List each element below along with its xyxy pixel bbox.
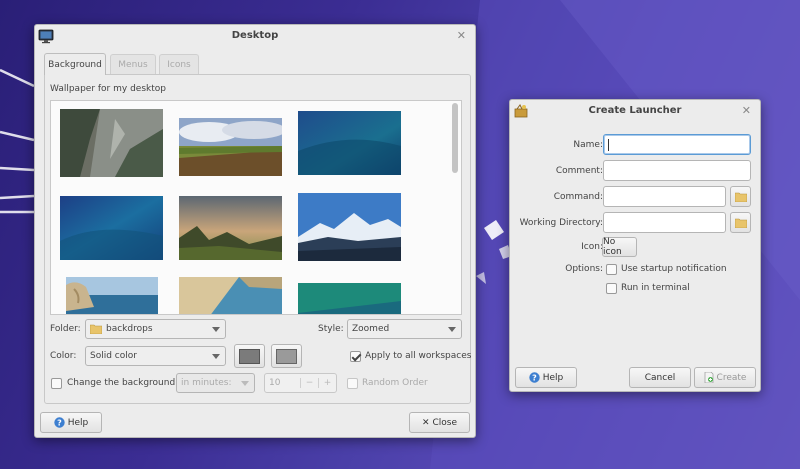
svg-text:?: ? xyxy=(57,418,62,427)
random-order-label: Random Order xyxy=(362,378,428,388)
help-label: Help xyxy=(542,372,564,383)
tab-label: Background xyxy=(48,59,102,70)
close-icon: ✕ xyxy=(421,417,430,428)
chevron-down-icon xyxy=(448,327,456,332)
command-input[interactable] xyxy=(603,186,726,207)
launcher-titlebar: Create Launcher ✕ xyxy=(510,100,760,122)
help-button[interactable]: ? Help xyxy=(40,412,102,433)
help-button[interactable]: ? Help xyxy=(515,367,577,388)
comment-label: Comment: xyxy=(555,166,603,176)
monitor-icon xyxy=(38,29,54,44)
wallpaper-thumb-cliffs[interactable] xyxy=(60,109,163,177)
color-mode-value: Solid color xyxy=(90,351,137,361)
color-2-button[interactable] xyxy=(271,344,302,368)
tab-menus[interactable]: Menus xyxy=(110,54,156,74)
icon-label: Icon: xyxy=(581,242,603,252)
create-label: Create xyxy=(716,372,747,383)
folder-icon xyxy=(734,192,747,202)
options-label: Options: xyxy=(565,264,603,274)
wallpaper-thumb-snow-peaks[interactable] xyxy=(298,193,401,261)
tab-background[interactable]: Background xyxy=(44,53,106,75)
chevron-down-icon xyxy=(212,354,220,359)
interval-unit-combo[interactable]: in minutes: xyxy=(176,373,255,393)
minus-icon[interactable]: − xyxy=(300,378,318,388)
wallpaper-thumb-teal[interactable] xyxy=(298,283,401,315)
run-in-terminal-label: Run in terminal xyxy=(621,283,690,293)
tab-icons[interactable]: Icons xyxy=(159,54,199,74)
desktop-settings-window: Desktop ✕ Background Menus Icons Wallpap… xyxy=(34,24,476,438)
color-1-button[interactable] xyxy=(234,344,265,368)
style-combo[interactable]: Zoomed xyxy=(347,319,462,339)
help-icon: ? xyxy=(54,417,65,428)
tab-label: Menus xyxy=(118,59,148,70)
cancel-label: Cancel xyxy=(644,372,676,383)
change-background-checkbox[interactable] xyxy=(51,378,62,389)
wallpaper-thumb-beach[interactable] xyxy=(179,277,282,315)
create-launcher-window: Create Launcher ✕ Name: Comment: Command… xyxy=(509,99,761,392)
color-1-swatch xyxy=(239,348,260,364)
wallpaper-thumb-blue-1[interactable] xyxy=(298,111,401,175)
style-label: Style: xyxy=(318,324,344,334)
new-document-icon xyxy=(704,372,713,383)
interval-spinbox[interactable]: 10 − + xyxy=(264,373,337,393)
interval-value: 10 xyxy=(269,378,281,388)
folder-value: backdrops xyxy=(106,324,153,334)
interval-unit-value: in minutes: xyxy=(181,378,232,388)
style-value: Zoomed xyxy=(352,324,390,334)
folder-icon xyxy=(734,218,747,228)
wallpaper-thumb-coast-arch[interactable] xyxy=(66,277,158,315)
startup-notification-label: Use startup notification xyxy=(621,264,727,274)
chevron-down-icon xyxy=(241,381,249,386)
comment-input[interactable] xyxy=(603,160,751,181)
close-window-icon[interactable]: ✕ xyxy=(742,100,751,122)
working-directory-browse-button[interactable] xyxy=(730,212,751,233)
color-label: Color: xyxy=(50,351,77,361)
folder-icon xyxy=(90,324,102,334)
desktop-titlebar: Desktop ✕ xyxy=(35,25,475,47)
window-title: Desktop xyxy=(231,30,279,41)
chevron-down-icon xyxy=(212,327,220,332)
name-label: Name: xyxy=(573,140,603,150)
apply-all-workspaces-checkbox[interactable] xyxy=(350,351,361,362)
text-cursor xyxy=(608,139,609,151)
working-directory-input[interactable] xyxy=(603,212,726,233)
wallpaper-scrollbar[interactable] xyxy=(452,103,458,173)
random-order-checkbox[interactable] xyxy=(347,378,358,389)
tab-label: Icons xyxy=(167,59,191,70)
apply-all-workspaces-label: Apply to all workspaces xyxy=(365,351,472,361)
help-label: Help xyxy=(67,417,89,428)
close-window-icon[interactable]: ✕ xyxy=(457,25,466,47)
close-label: Close xyxy=(432,417,458,428)
color-2-swatch xyxy=(276,348,297,364)
window-title: Create Launcher xyxy=(588,105,682,116)
name-input[interactable] xyxy=(603,134,751,155)
wallpaper-thumb-mountain-sunset[interactable] xyxy=(179,196,282,260)
icon-picker-button[interactable]: No icon xyxy=(602,237,637,257)
wallpaper-thumb-field[interactable] xyxy=(179,118,282,176)
folder-combo[interactable]: backdrops xyxy=(85,319,226,339)
working-directory-label: Working Directory: xyxy=(519,218,603,228)
command-browse-button[interactable] xyxy=(730,186,751,207)
cancel-button[interactable]: Cancel xyxy=(629,367,691,388)
wallpaper-grid[interactable] xyxy=(50,100,462,315)
folder-label: Folder: xyxy=(50,324,81,334)
run-in-terminal-checkbox[interactable] xyxy=(606,283,617,294)
icon-picker-label: No icon xyxy=(603,237,622,257)
close-button[interactable]: ✕ Close xyxy=(409,412,470,433)
startup-notification-checkbox[interactable] xyxy=(606,264,617,275)
svg-text:?: ? xyxy=(532,373,537,382)
change-background-label: Change the background xyxy=(67,378,176,388)
help-icon: ? xyxy=(529,372,540,383)
create-button[interactable]: Create xyxy=(694,367,756,388)
plus-icon[interactable]: + xyxy=(318,378,336,388)
wallpaper-label: Wallpaper for my desktop xyxy=(50,84,166,94)
color-mode-combo[interactable]: Solid color xyxy=(85,346,226,366)
launcher-icon xyxy=(514,104,528,118)
command-label: Command: xyxy=(553,192,603,202)
wallpaper-thumb-blue-2[interactable] xyxy=(60,196,163,260)
